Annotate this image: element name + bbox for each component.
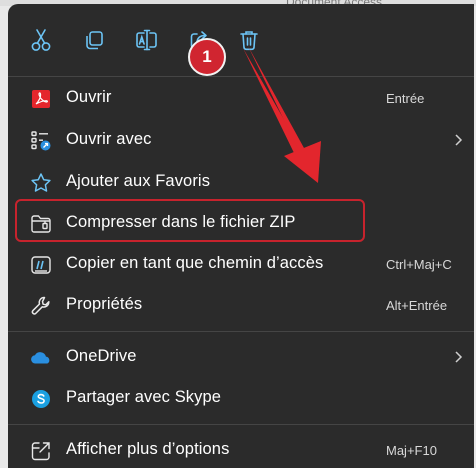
- menu-item-label: Ajouter aux Favoris: [66, 172, 211, 190]
- rename-icon: [135, 29, 159, 56]
- menu-item-label: OneDrive: [66, 347, 137, 365]
- highlight-box: [15, 199, 365, 242]
- copy-icon: [83, 29, 105, 56]
- star-icon: [30, 172, 52, 194]
- pdf-icon: [30, 88, 52, 110]
- context-menu: Ouvrir Entrée Ouvrir avec Ajouter aux Fa…: [8, 4, 474, 468]
- menu-item-label: Afficher plus d’options: [66, 440, 230, 458]
- onedrive-icon: [30, 347, 52, 369]
- chevron-right-icon: [453, 350, 463, 369]
- copy-path-icon: [30, 254, 52, 276]
- open-with-icon: [30, 130, 52, 152]
- menu-item-copy-path[interactable]: Copier en tant que chemin d’accès Ctrl+M…: [8, 244, 474, 284]
- menu-item-label: Partager avec Skype: [66, 388, 222, 406]
- trash-icon: [239, 29, 259, 56]
- scissors-icon: [30, 28, 52, 57]
- skype-icon: [30, 388, 52, 410]
- delete-button[interactable]: [235, 28, 263, 56]
- menu-item-shortcut: Maj+F10: [386, 443, 437, 458]
- menu-item-share-skype[interactable]: Partager avec Skype: [8, 378, 474, 418]
- menu-separator: [8, 331, 474, 332]
- wrench-icon: [30, 295, 52, 317]
- more-options-icon: [30, 440, 52, 462]
- menu-item-shortcut: Alt+Entrée: [386, 298, 448, 313]
- menu-item-properties[interactable]: Propriétés Alt+Entrée: [8, 285, 474, 325]
- menu-item-label: Copier en tant que chemin d’accès: [66, 254, 324, 272]
- menu-item-open-with[interactable]: Ouvrir avec: [8, 120, 474, 160]
- menu-item-label: Propriétés: [66, 295, 143, 313]
- menu-item-onedrive[interactable]: OneDrive: [8, 337, 474, 377]
- menu-separator: [8, 424, 474, 425]
- menu-item-show-more-options[interactable]: Afficher plus d’options Maj+F10: [8, 430, 474, 468]
- menu-item-label: Ouvrir avec: [66, 130, 152, 148]
- menu-separator: [8, 76, 474, 77]
- copy-button[interactable]: [80, 28, 108, 56]
- rename-button[interactable]: [133, 28, 161, 56]
- menu-item-shortcut: Entrée: [386, 91, 425, 106]
- chevron-right-icon: [453, 133, 463, 152]
- menu-item-label: Ouvrir: [66, 88, 112, 106]
- menu-item-add-favorites[interactable]: Ajouter aux Favoris: [8, 162, 474, 202]
- menu-item-shortcut: Ctrl+Maj+C: [386, 257, 452, 272]
- step-badge: 1: [188, 38, 226, 76]
- menu-item-open[interactable]: Ouvrir Entrée: [8, 78, 474, 118]
- cut-button[interactable]: [27, 28, 55, 56]
